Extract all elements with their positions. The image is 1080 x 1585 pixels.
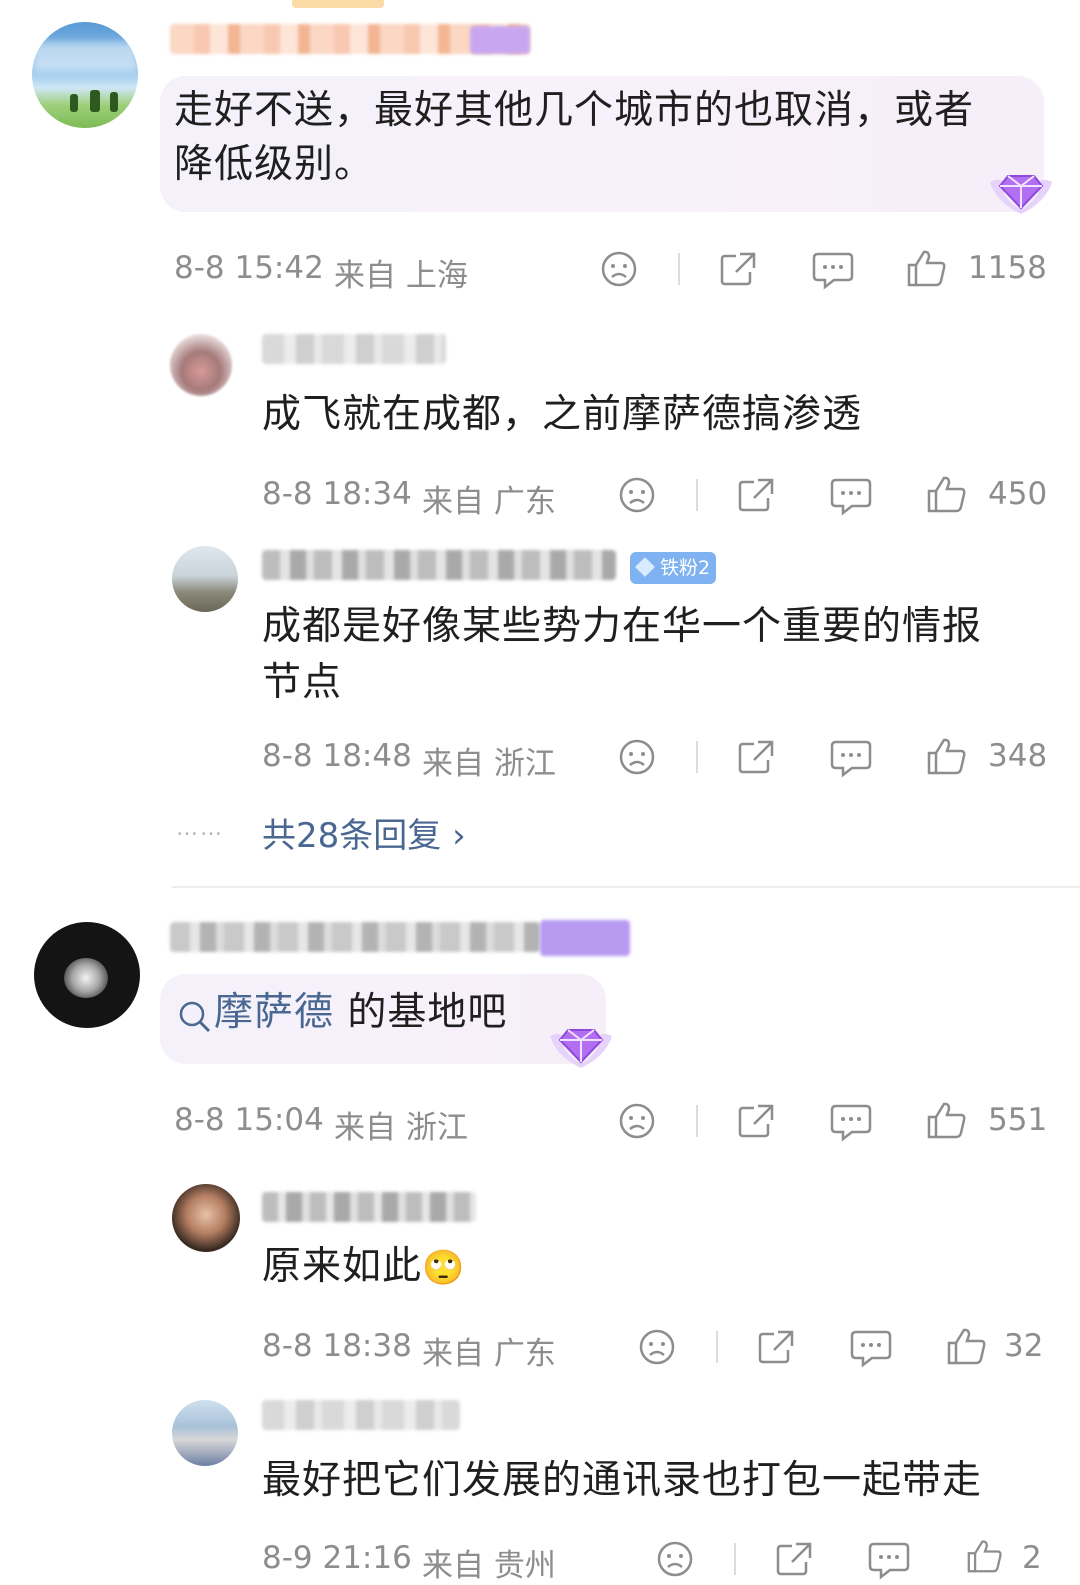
username-blurred[interactable] [170, 922, 540, 952]
comment-icon[interactable] [830, 1102, 872, 1142]
sad-face-icon[interactable] [656, 1540, 694, 1578]
share-icon[interactable] [736, 476, 776, 514]
reply-text: 原来如此🙄 [262, 1244, 466, 1289]
comment-text: 降低级别。 [174, 142, 375, 187]
vip-badge-blurred [540, 920, 630, 956]
reply-time: 8-9 21:16 [262, 1540, 412, 1576]
reply-location: 来自 广东 [422, 484, 556, 520]
action-separator [696, 1105, 698, 1137]
share-icon[interactable] [756, 1328, 796, 1366]
comment-location: 来自 上海 [334, 258, 468, 294]
comment-icon[interactable] [812, 250, 854, 290]
reply-text: 节点 [262, 660, 343, 705]
reply-time: 8-8 18:48 [262, 738, 412, 774]
sad-face-icon[interactable] [618, 476, 656, 514]
thumbs-up-icon[interactable] [926, 474, 968, 514]
share-icon[interactable] [736, 1102, 776, 1140]
more-dots: …… [176, 816, 224, 841]
like-count: 1158 [968, 250, 1047, 286]
reply-text: 最好把它们发展的通讯录也打包一起带走 [262, 1458, 983, 1503]
sad-face-icon[interactable] [618, 738, 656, 776]
sad-face-icon[interactable] [600, 250, 638, 288]
action-separator [678, 253, 680, 285]
reply-time: 8-8 18:34 [262, 476, 412, 512]
top-highlight-bar [292, 0, 384, 8]
search-term-link[interactable]: 摩萨德 [214, 990, 334, 1035]
comment-icon[interactable] [830, 738, 872, 778]
username-blurred[interactable] [262, 1400, 460, 1430]
reply-text: 成飞就在成都，之前摩萨德搞渗透 [262, 392, 863, 437]
username-blurred[interactable] [262, 550, 616, 580]
vip-badge-blurred [470, 26, 530, 54]
username-blurred[interactable] [262, 334, 446, 364]
diamond-badge-icon [550, 1029, 612, 1068]
eyeroll-emoji-icon: 🙄 [422, 1248, 466, 1288]
avatar[interactable] [172, 1184, 240, 1252]
diamond-badge-icon [990, 175, 1052, 214]
action-separator [716, 1331, 718, 1363]
reply-text: 成都是好像某些势力在华一个重要的情报 [262, 604, 983, 649]
action-separator [696, 741, 698, 773]
like-count: 348 [988, 738, 1048, 774]
reply-time: 8-8 18:38 [262, 1328, 412, 1364]
sad-face-icon[interactable] [638, 1328, 676, 1366]
action-separator [734, 1543, 736, 1575]
share-icon[interactable] [718, 250, 758, 288]
fan-level-badge[interactable]: 铁粉2 [630, 552, 717, 584]
comment-divider [172, 886, 1080, 888]
like-count: 551 [988, 1102, 1048, 1138]
reply-location: 来自 浙江 [422, 746, 556, 782]
avatar[interactable] [172, 546, 238, 612]
thumbs-up-icon[interactable] [906, 248, 948, 288]
comment-location: 来自 浙江 [334, 1110, 468, 1146]
comment-icon[interactable] [850, 1328, 892, 1368]
reply-location: 来自 广东 [422, 1336, 556, 1372]
avatar[interactable] [172, 1400, 238, 1466]
share-icon[interactable] [774, 1540, 814, 1578]
comment-text: 走好不送，最好其他几个城市的也取消，或者 [174, 88, 975, 133]
avatar[interactable] [32, 22, 138, 128]
like-count: 450 [988, 476, 1048, 512]
thumbs-up-icon[interactable] [926, 1100, 968, 1140]
search-icon [179, 1001, 211, 1033]
username-blurred[interactable] [262, 1192, 476, 1222]
thumbs-up-icon[interactable] [926, 736, 968, 776]
share-icon[interactable] [736, 738, 776, 776]
more-replies-link[interactable]: 共28条回复 › [262, 808, 466, 857]
like-count: 2 [1022, 1540, 1042, 1576]
thumbs-up-icon[interactable] [964, 1538, 1006, 1574]
avatar[interactable] [34, 922, 140, 1028]
action-separator [696, 479, 698, 511]
comment-text: 摩萨德 的基地吧 [214, 990, 508, 1035]
avatar[interactable] [170, 334, 232, 396]
sad-face-icon[interactable] [618, 1102, 656, 1140]
comment-time: 8-8 15:04 [174, 1102, 324, 1138]
comment-icon[interactable] [830, 476, 872, 516]
like-count: 32 [1004, 1328, 1044, 1364]
comment-time: 8-8 15:42 [174, 250, 324, 286]
thumbs-up-icon[interactable] [946, 1326, 988, 1366]
comment-icon[interactable] [868, 1540, 910, 1580]
diamond-icon [635, 557, 655, 577]
reply-location: 来自 贵州 [422, 1548, 556, 1584]
